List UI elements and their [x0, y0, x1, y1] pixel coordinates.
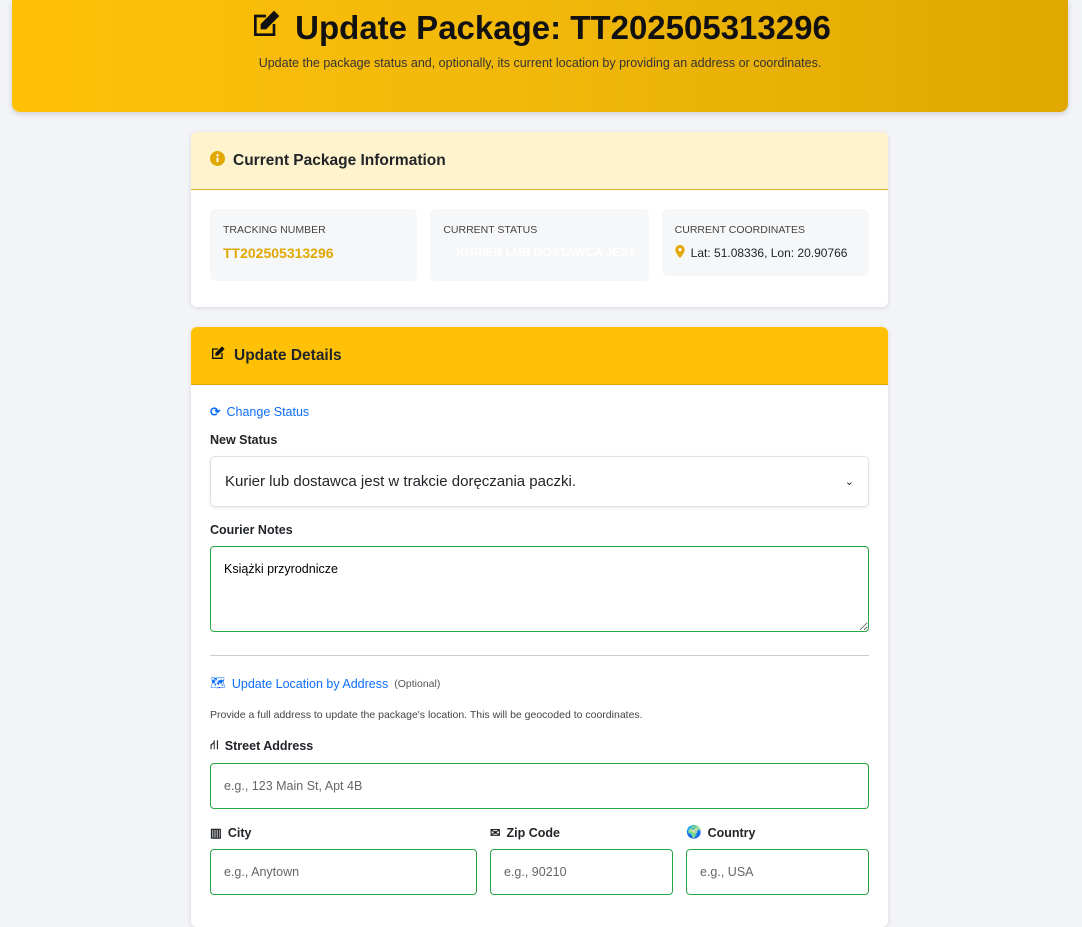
card-title: Update Details — [234, 346, 342, 364]
status-label: Current Status — [443, 224, 538, 236]
tracking-box: Tracking Number TT202505313296 — [210, 209, 418, 281]
address-heading: Update Location by Address — [231, 676, 389, 691]
country-input[interactable] — [686, 849, 869, 895]
address-help: Provide a full address to update the pac… — [210, 709, 643, 721]
change-status-heading: Change Status — [226, 404, 310, 419]
city-icon: ▥ — [210, 826, 222, 840]
globe-icon: 🌍 — [686, 825, 702, 839]
edit-icon — [210, 345, 226, 366]
new-status-select[interactable]: Kurier lub dostawca jest w trakcie doręc… — [210, 456, 869, 507]
coords-value: Lat: 51.08336, Lon: 20.90766 — [690, 246, 848, 260]
tracking-label: Tracking Number — [223, 224, 326, 236]
update-details-card: Update Details ⟳ Change Status New Status… — [191, 327, 888, 927]
edit-icon — [249, 8, 283, 48]
coords-label: Current Coordinates — [674, 224, 805, 236]
courier-notes-label: Courier Notes — [210, 523, 293, 537]
road-icon: ⛙ — [210, 738, 219, 752]
coords-box: Current Coordinates Lat: 51.08336, Lon: 2… — [661, 209, 869, 276]
optional-note: (Optional) — [394, 677, 441, 690]
status-box: Current Status KURIER LUB DOSTAWCA JEST — [430, 209, 649, 281]
sync-icon: ⟳ — [210, 405, 221, 419]
chevron-down-icon: ⌄ — [844, 476, 854, 488]
city-label: City — [227, 825, 252, 840]
new-status-label: New Status — [210, 433, 278, 447]
info-icon — [210, 150, 225, 171]
map-icon: 🗺 — [210, 676, 226, 690]
divider — [210, 655, 869, 656]
card-title: Current Package Information — [233, 151, 446, 169]
city-input[interactable] — [210, 849, 477, 895]
street-address-input[interactable] — [210, 763, 869, 809]
page-title: Update Package: TT202505313296 — [295, 9, 831, 46]
courier-notes-input[interactable]: Książki przyrodnicze — [210, 546, 869, 632]
tracking-value: TT202505313296 — [223, 245, 334, 261]
zip-input[interactable] — [490, 849, 673, 895]
zip-label: Zip Code — [506, 825, 560, 840]
status-value: KURIER LUB DOSTAWCA JEST — [456, 245, 636, 259]
map-pin-icon — [675, 245, 685, 261]
current-info-card: Current Package Information Tracking Num… — [191, 132, 888, 307]
street-label: Street Address — [224, 739, 314, 753]
selected-status: Kurier lub dostawca jest w trakcie doręc… — [225, 473, 576, 490]
mail-bulk-icon: ✉ — [490, 826, 501, 840]
page-header: Update Package: TT202505313296 Update th… — [12, 0, 1068, 112]
country-label: Country — [707, 825, 756, 840]
page-subtitle: Update the package status and, optionall… — [258, 56, 822, 70]
